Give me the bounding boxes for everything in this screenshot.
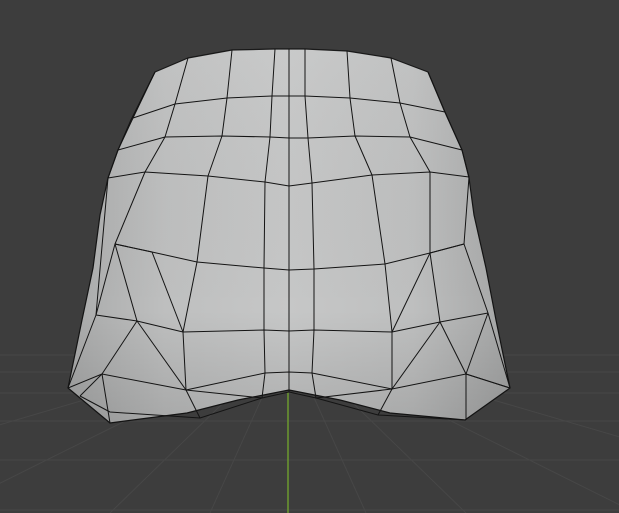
3d-viewport[interactable] bbox=[0, 0, 619, 513]
mesh-object[interactable] bbox=[67, 48, 511, 424]
viewport-canvas[interactable] bbox=[0, 0, 619, 513]
